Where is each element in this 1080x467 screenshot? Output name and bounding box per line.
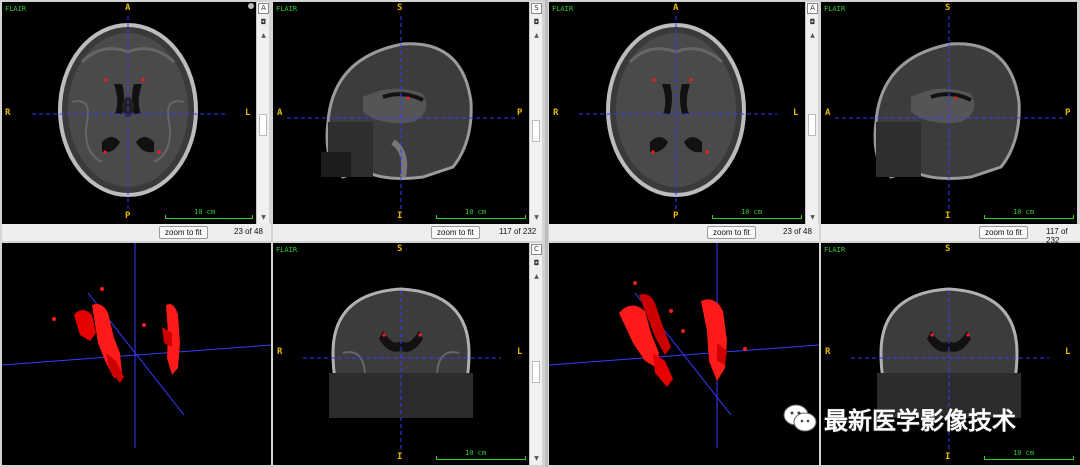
axial-brain-image	[579, 16, 777, 212]
scale-bar	[712, 215, 802, 219]
axial-bottom-bar: zoom to fit 23 of 48	[2, 224, 271, 241]
sagittal-plane-button[interactable]: S	[531, 3, 542, 14]
scale-bar	[436, 215, 526, 219]
modality-label: FLAIR	[276, 246, 298, 254]
orient-left: R	[277, 347, 283, 357]
orient-left: A	[825, 108, 831, 118]
orient-left: A	[277, 108, 283, 118]
modality-label: FLAIR	[824, 5, 846, 13]
zoom-to-fit-button[interactable]: zoom to fit	[431, 226, 480, 239]
orient-bottom: P	[673, 211, 679, 221]
render-3d-view[interactable]	[549, 243, 819, 465]
axial-brain-image	[32, 16, 228, 212]
orient-bottom: P	[125, 211, 131, 221]
axial-side-strip: A ◘ ▲ ▼	[256, 2, 269, 224]
scale-bar	[165, 215, 253, 219]
close-dot-icon[interactable]	[248, 3, 254, 9]
scroll-down-icon[interactable]: ▼	[530, 455, 543, 462]
sagittal-view[interactable]: FLAIR S I A P 10 cm	[821, 2, 1077, 224]
lesion-3d-render	[549, 243, 819, 448]
viewer-left: FLAIR A P R L 10 cm A ◘ ▲ ▼ zoom to fit …	[0, 0, 545, 467]
camera-icon[interactable]: ◘	[532, 18, 541, 26]
orient-top: S	[945, 244, 951, 254]
scroll-up-icon[interactable]: ▲	[530, 32, 543, 39]
wechat-watermark: 最新医学影像技术	[782, 398, 1016, 438]
axial-plane-button[interactable]: A	[258, 3, 269, 14]
sagittal-bottom-bar: zoom to fit 117 of 232	[821, 224, 1080, 245]
coronal-plane-button[interactable]: C	[531, 244, 542, 255]
orient-bottom: I	[945, 211, 951, 221]
orient-bottom: I	[397, 211, 403, 221]
scroll-up-icon[interactable]: ▲	[257, 32, 270, 39]
sagittal-bottom-bar: zoom to fit 117 of 232	[273, 224, 542, 241]
orient-right: L	[245, 108, 251, 118]
orient-left: R	[553, 108, 559, 118]
axial-side-strip: A ◘ ▲ ▼	[805, 2, 818, 224]
scroll-up-icon[interactable]: ▲	[806, 32, 819, 39]
modality-label: FLAIR	[552, 5, 574, 13]
sagittal-brain-image	[835, 16, 1063, 212]
sagittal-brain-image	[287, 16, 515, 212]
scroll-thumb[interactable]	[532, 361, 540, 383]
axial-view[interactable]: FLAIR A P R L 10 cm	[2, 2, 256, 224]
orient-right: L	[517, 347, 523, 357]
lesion-3d-render	[2, 243, 271, 448]
scroll-up-icon[interactable]: ▲	[530, 273, 543, 280]
zoom-to-fit-button[interactable]: zoom to fit	[159, 226, 208, 239]
viewer-right: FLAIR A P R L 10 cm A ◘ ▲ ▼ zoom to fit …	[548, 0, 1080, 467]
zoom-to-fit-button[interactable]: zoom to fit	[979, 226, 1028, 239]
sagittal-view[interactable]: FLAIR S I A P 10 cm	[273, 2, 529, 224]
orient-top: S	[397, 244, 403, 254]
camera-icon[interactable]: ◘	[808, 18, 817, 26]
scroll-thumb[interactable]	[259, 114, 267, 136]
coronal-brain-image	[303, 287, 501, 453]
coronal-view[interactable]: FLAIR S I R L 10 cm	[273, 243, 529, 465]
orient-top: A	[125, 3, 131, 13]
axial-bottom-bar: zoom to fit 23 of 48	[549, 224, 819, 241]
scale-bar	[984, 456, 1074, 460]
camera-icon[interactable]: ◘	[259, 18, 268, 26]
orient-right: L	[793, 108, 799, 118]
orient-bottom: I	[945, 452, 951, 462]
modality-label: FLAIR	[276, 5, 298, 13]
modality-label: FLAIR	[5, 5, 27, 13]
scroll-down-icon[interactable]: ▼	[806, 214, 819, 221]
axial-plane-button[interactable]: A	[807, 3, 818, 14]
orient-top: S	[397, 3, 403, 13]
sagittal-side-strip: S ◘ ▲ ▼	[529, 2, 542, 224]
wechat-icon	[783, 404, 817, 432]
orient-left: R	[5, 108, 11, 118]
orient-left: R	[825, 347, 831, 357]
zoom-to-fit-button[interactable]: zoom to fit	[707, 226, 756, 239]
scale-bar	[436, 456, 526, 460]
scroll-thumb[interactable]	[808, 114, 816, 136]
viewer-root: FLAIR A P R L 10 cm A ◘ ▲ ▼ zoom to fit …	[0, 0, 1080, 467]
slice-counter: 23 of 48	[783, 227, 812, 236]
orient-right: P	[517, 108, 523, 118]
axial-view[interactable]: FLAIR A P R L 10 cm	[549, 2, 805, 224]
modality-label: FLAIR	[824, 246, 846, 254]
render-3d-view[interactable]	[2, 243, 271, 465]
orient-right: L	[1065, 347, 1071, 357]
orient-bottom: I	[397, 452, 403, 462]
watermark-text: 最新医学影像技术	[824, 406, 1016, 435]
camera-icon[interactable]: ◘	[532, 259, 541, 267]
scroll-down-icon[interactable]: ▼	[257, 214, 270, 221]
scroll-thumb[interactable]	[532, 120, 540, 142]
scroll-down-icon[interactable]: ▼	[530, 214, 543, 221]
scale-bar	[984, 215, 1074, 219]
slice-counter: 117 of 232	[499, 227, 537, 236]
slice-counter: 23 of 48	[234, 227, 263, 236]
orient-top: S	[945, 3, 951, 13]
orient-right: P	[1065, 108, 1071, 118]
orient-top: A	[673, 3, 679, 13]
coronal-side-strip: C ◘ ▲ ▼	[529, 243, 542, 465]
